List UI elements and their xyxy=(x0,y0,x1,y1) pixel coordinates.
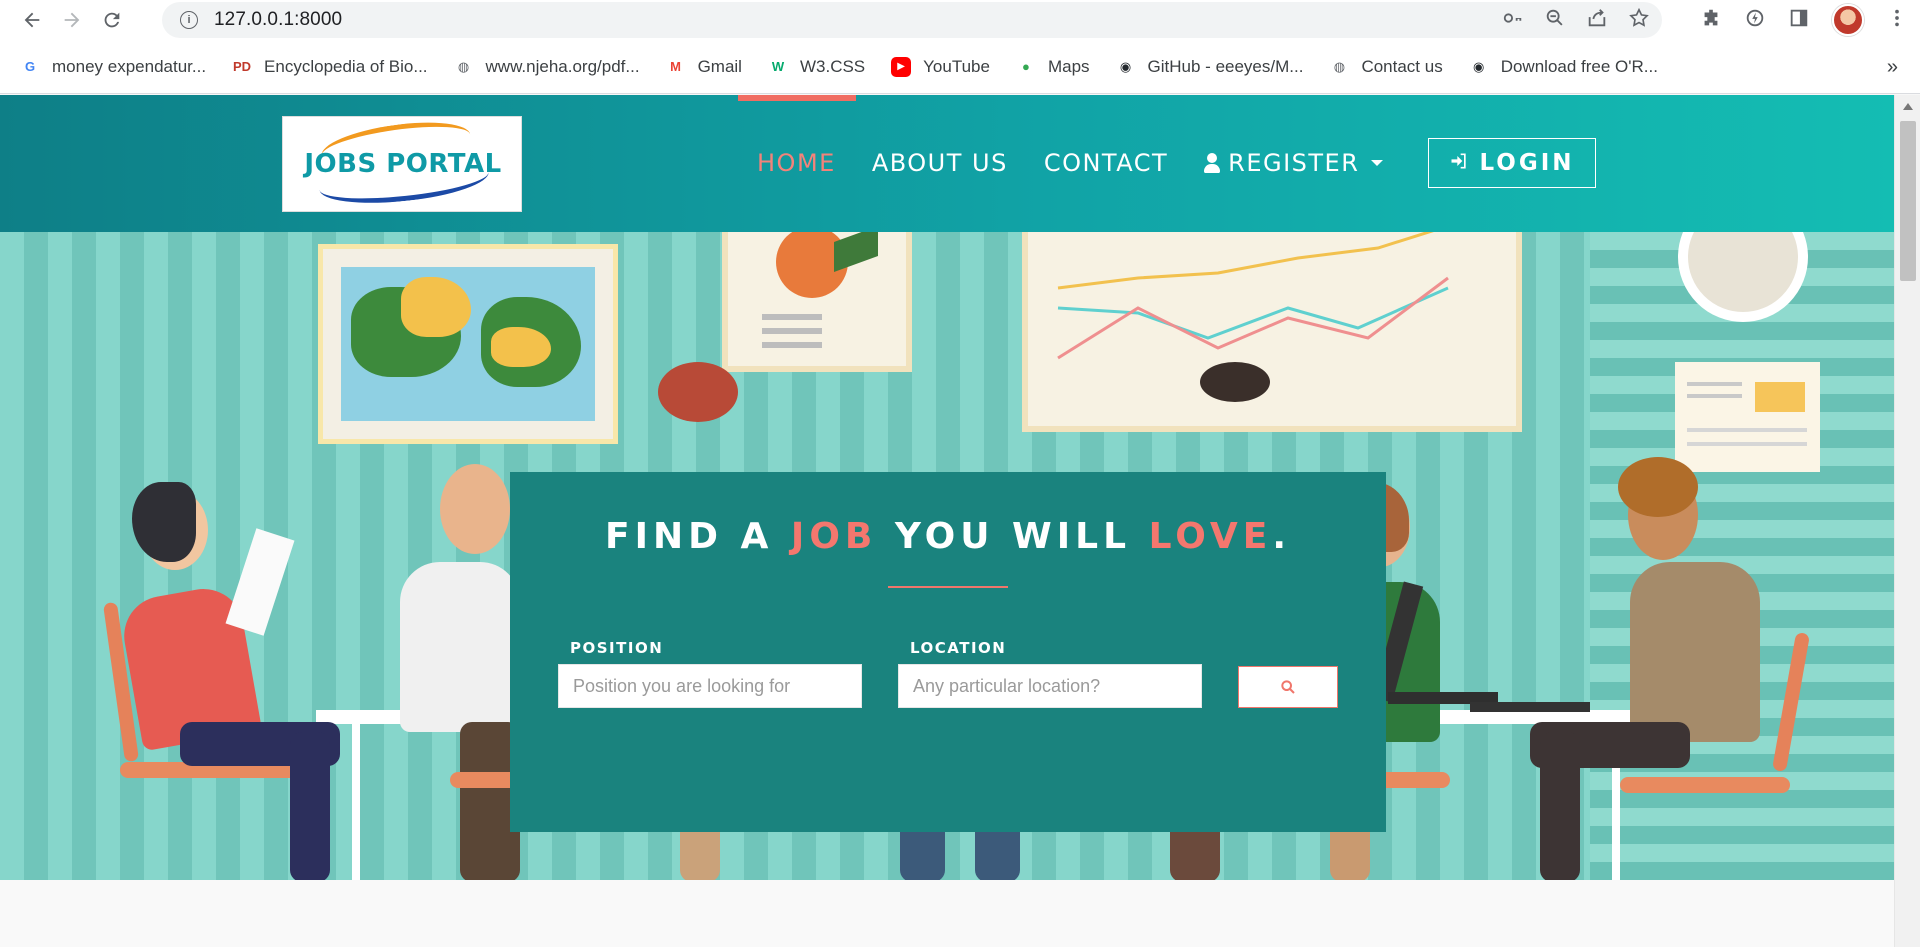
globe-icon: ◍ xyxy=(457,58,470,74)
caret-down-icon xyxy=(1371,160,1384,166)
hero-headline: FIND A JOB YOU WILL LOVE. xyxy=(604,516,1291,557)
world-map-image xyxy=(341,267,595,421)
zoom-out-icon[interactable] xyxy=(1544,7,1566,34)
bookmark-star-icon[interactable] xyxy=(1628,7,1650,34)
page-viewport: JOBS PORTAL HOME ABOUT US CONTACT REGIST… xyxy=(0,95,1920,947)
w3-icon: W xyxy=(771,59,785,74)
bookmark-label: www.njeha.org/pdf... xyxy=(485,56,640,76)
page-scrollbar[interactable] xyxy=(1894,95,1920,947)
browser-toolbar: i 127.0.0.1:8000 xyxy=(0,0,1920,40)
youtube-icon: ▶ xyxy=(891,56,912,77)
search-icon xyxy=(1281,680,1295,694)
pie-chart-poster xyxy=(722,232,912,372)
job-search-card: FIND A JOB YOU WILL LOVE. POSITION LOCAT… xyxy=(510,472,1386,832)
bookmark-label: Gmail xyxy=(697,56,742,76)
reload-icon[interactable] xyxy=(92,0,132,40)
main-nav: HOME ABOUT US CONTACT REGISTER xyxy=(757,143,1419,183)
bookmark-item[interactable]: ◉ GitHub - eeeyes/M... xyxy=(1116,57,1304,77)
bookmark-item[interactable]: ● Maps xyxy=(1016,57,1090,77)
line-chart-poster xyxy=(1022,232,1522,432)
bookmark-label: GitHub - eeeyes/M... xyxy=(1147,56,1304,76)
location-label: LOCATION xyxy=(910,639,1007,657)
bookmarks-overflow-icon[interactable]: » xyxy=(1887,56,1898,79)
login-button[interactable]: LOGIN xyxy=(1428,138,1596,188)
register-label: REGISTER xyxy=(1228,149,1360,177)
position-input[interactable] xyxy=(558,664,862,708)
sign-in-icon xyxy=(1449,151,1469,176)
nav-home-link[interactable]: HOME xyxy=(757,149,836,177)
bookmark-label: Maps xyxy=(1047,56,1090,76)
profile-avatar[interactable] xyxy=(1832,4,1864,36)
github-icon: ◉ xyxy=(1473,58,1485,74)
back-icon[interactable] xyxy=(12,0,52,40)
bookmark-item[interactable]: W W3.CSS xyxy=(768,57,865,77)
bookmark-item[interactable]: ◍ Contact us xyxy=(1329,56,1443,77)
login-label: LOGIN xyxy=(1479,150,1575,176)
bookmark-label: Download free O'R... xyxy=(1500,56,1658,76)
site-info-icon[interactable]: i xyxy=(180,11,198,29)
bookmark-item[interactable]: M Gmail xyxy=(666,57,742,77)
pd-icon: PD xyxy=(233,59,252,74)
bookmark-item[interactable]: ◍ www.njeha.org/pdf... xyxy=(454,57,640,77)
extensions-icon[interactable] xyxy=(1700,7,1722,34)
position-label: POSITION xyxy=(570,639,664,657)
active-nav-indicator xyxy=(738,95,856,101)
bookmark-label: YouTube xyxy=(923,56,990,76)
nav-register-dropdown[interactable]: REGISTER xyxy=(1204,149,1384,177)
menu-kebab-icon[interactable] xyxy=(1886,7,1908,34)
share-icon[interactable] xyxy=(1586,7,1608,34)
scroll-up-arrow-icon[interactable] xyxy=(1903,103,1913,110)
maps-pin-icon: ● xyxy=(1022,59,1030,74)
gmail-icon: M xyxy=(670,59,681,74)
url-text[interactable]: 127.0.0.1:8000 xyxy=(214,9,342,31)
address-bar[interactable]: i 127.0.0.1:8000 xyxy=(162,2,1662,38)
wall-map-frame xyxy=(318,244,618,444)
github-icon: ◉ xyxy=(1119,58,1132,74)
nav-about-link[interactable]: ABOUT US xyxy=(872,149,1008,177)
forward-icon[interactable] xyxy=(52,0,92,40)
jobs-portal-logo[interactable]: JOBS PORTAL xyxy=(282,114,522,212)
key-icon[interactable] xyxy=(1502,7,1524,34)
user-icon xyxy=(1204,153,1221,173)
logo-text: JOBS PORTAL xyxy=(304,149,502,179)
performance-icon[interactable] xyxy=(1744,7,1766,34)
nav-contact-link[interactable]: CONTACT xyxy=(1044,149,1168,177)
bookmark-item[interactable]: ▶ YouTube xyxy=(891,56,990,77)
side-panel-icon[interactable] xyxy=(1788,7,1810,34)
bookmark-item[interactable]: PD Encyclopedia of Bio... xyxy=(232,56,428,77)
scroll-thumb[interactable] xyxy=(1900,121,1916,281)
globe-icon: ◍ xyxy=(1333,58,1346,74)
search-button[interactable] xyxy=(1238,666,1338,708)
bookmark-item[interactable]: ◉ Download free O'R... xyxy=(1469,57,1658,77)
site-header: JOBS PORTAL HOME ABOUT US CONTACT REGIST… xyxy=(0,95,1894,232)
bookmark-label: Encyclopedia of Bio... xyxy=(264,56,428,76)
bookmark-label: money expendatur... xyxy=(52,56,207,76)
bookmark-label: Contact us xyxy=(1361,56,1443,76)
bookmark-item[interactable]: Gmoney expendatur... xyxy=(20,57,206,77)
location-input[interactable] xyxy=(898,664,1202,708)
headline-divider xyxy=(888,586,1008,588)
bookmarks-bar: Gmoney expendatur... PD Encyclopedia of Bi… xyxy=(0,40,1920,94)
hero-illustration: FIND A JOB YOU WILL LOVE. POSITION LOCAT… xyxy=(0,232,1894,880)
wall-calendar xyxy=(1675,362,1820,472)
bookmark-label: W3.CSS xyxy=(799,56,866,76)
google-icon: G xyxy=(24,59,36,74)
